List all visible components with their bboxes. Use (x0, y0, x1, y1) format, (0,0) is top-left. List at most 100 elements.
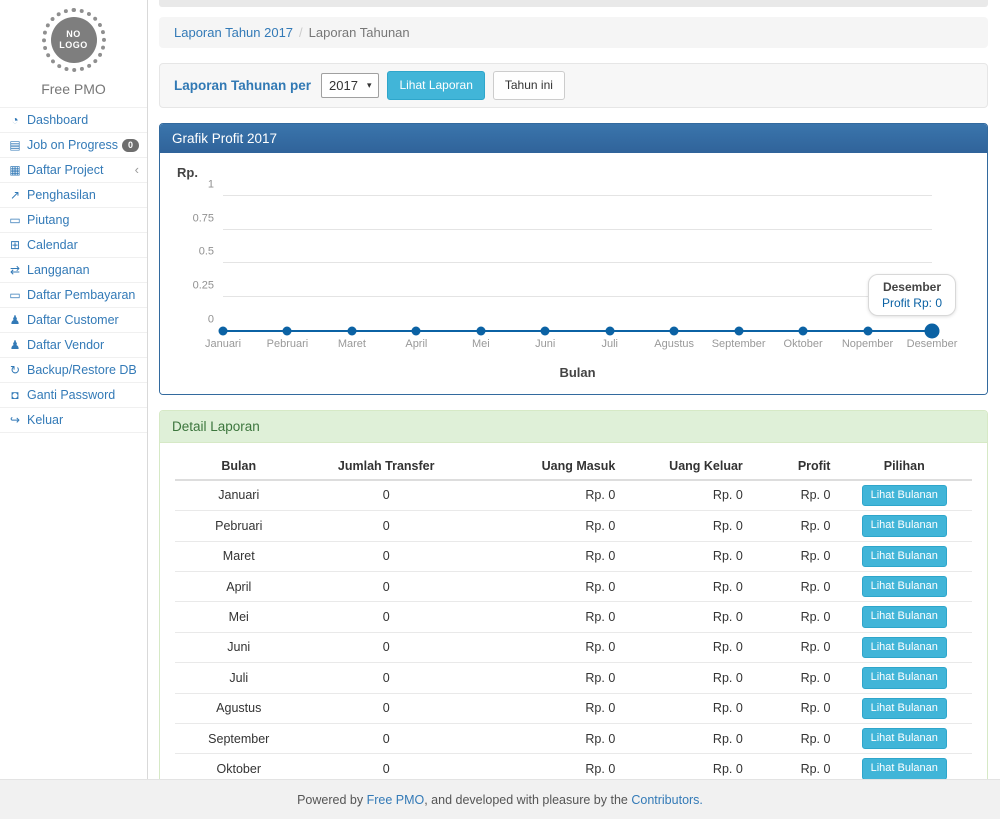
report-table: BulanJumlah TransferUang MasukUang Kelua… (175, 453, 972, 779)
data-point-nopember[interactable] (863, 326, 872, 335)
data-point-pebruari[interactable] (283, 326, 292, 335)
x-tick-label: April (405, 338, 427, 350)
cell-keluar: Rp. 0 (621, 632, 749, 662)
lihat-laporan-button[interactable]: Lihat Laporan (387, 71, 484, 100)
sidebar-item-label: Dashboard (27, 112, 139, 128)
breadcrumb-link[interactable]: Laporan Tahun 2017 (174, 25, 293, 40)
cell-masuk: Rp. 0 (470, 723, 621, 753)
year-select[interactable]: 2017 ▾ (321, 73, 379, 98)
detail-report-panel: Detail Laporan BulanJumlah TransferUang … (159, 410, 988, 779)
lihat-bulanan-button[interactable]: Lihat Bulanan (862, 606, 947, 627)
contributors-link[interactable]: Contributors. (631, 793, 703, 807)
x-tick-label: Juli (601, 338, 618, 350)
cell-masuk: Rp. 0 (470, 571, 621, 601)
cell-bulan: Juli (175, 663, 303, 693)
sidebar-item-daftar-customer[interactable]: ♟Daftar Customer (0, 307, 147, 332)
table-body-rows: Januari0Rp. 0Rp. 0Rp. 0Lihat BulananPebr… (175, 480, 972, 779)
tasks-icon: ▤ (7, 137, 23, 153)
lihat-bulanan-button[interactable]: Lihat Bulanan (862, 667, 947, 688)
table-row-mei: Mei0Rp. 0Rp. 0Rp. 0Lihat Bulanan (175, 602, 972, 632)
data-point-mei[interactable] (476, 326, 485, 335)
data-point-juli[interactable] (605, 326, 614, 335)
lihat-bulanan-button[interactable]: Lihat Bulanan (862, 546, 947, 567)
calendar-icon: ⊞ (7, 237, 23, 253)
main-content: Laporan Tahun 2017/Laporan Tahunan Lapor… (148, 0, 1000, 779)
sidebar-item-calendar[interactable]: ⊞Calendar (0, 232, 147, 257)
cell-pilihan: Lihat Bulanan (836, 571, 972, 601)
data-point-januari[interactable] (219, 326, 228, 335)
cell-profit: Rp. 0 (749, 723, 837, 753)
data-point-agustus[interactable] (670, 326, 679, 335)
cell-transfer: 0 (303, 602, 470, 632)
cell-bulan: Januari (175, 480, 303, 511)
cell-bulan: April (175, 571, 303, 601)
cell-keluar: Rp. 0 (621, 511, 749, 541)
free-pmo-link[interactable]: Free PMO (367, 793, 425, 807)
x-tick-label: Agustus (654, 338, 694, 350)
cell-transfer: 0 (303, 480, 470, 511)
sidebar-item-label: Ganti Password (27, 387, 139, 403)
cell-keluar: Rp. 0 (621, 541, 749, 571)
cell-pilihan: Lihat Bulanan (836, 632, 972, 662)
sidebar-item-daftar-vendor[interactable]: ♟Daftar Vendor (0, 332, 147, 357)
sidebar-item-penghasilan[interactable]: ↗Penghasilan (0, 182, 147, 207)
table-row-april: April0Rp. 0Rp. 0Rp. 0Lihat Bulanan (175, 571, 972, 601)
x-tick-label: Pebruari (267, 338, 309, 350)
cell-keluar: Rp. 0 (621, 693, 749, 723)
tahun-ini-button[interactable]: Tahun ini (493, 71, 565, 100)
cell-pilihan: Lihat Bulanan (836, 602, 972, 632)
lock-icon: ◘ (7, 387, 23, 403)
sidebar-item-label: Daftar Customer (27, 312, 139, 328)
data-point-juni[interactable] (541, 326, 550, 335)
table-row-juli: Juli0Rp. 0Rp. 0Rp. 0Lihat Bulanan (175, 663, 972, 693)
users-icon: ♟ (7, 337, 23, 353)
footer-middle: , and developed with pleasure by the (424, 793, 628, 807)
money-icon: ▭ (7, 212, 23, 228)
x-tick-label: Maret (338, 338, 366, 350)
lihat-bulanan-button[interactable]: Lihat Bulanan (862, 485, 947, 506)
sidebar: NO LOGO Free PMO ◔Dashboard▤Job on Progr… (0, 0, 148, 779)
x-tick-label: Juni (535, 338, 555, 350)
cell-masuk: Rp. 0 (470, 754, 621, 779)
caret-down-icon: ▾ (367, 80, 372, 91)
lihat-bulanan-button[interactable]: Lihat Bulanan (862, 515, 947, 536)
lihat-bulanan-button[interactable]: Lihat Bulanan (862, 728, 947, 749)
column-header-bulan: Bulan (175, 453, 303, 480)
data-point-september[interactable] (734, 326, 743, 335)
data-point-maret[interactable] (347, 326, 356, 335)
lihat-bulanan-button[interactable]: Lihat Bulanan (862, 758, 947, 779)
cell-pilihan: Lihat Bulanan (836, 511, 972, 541)
logo-area: NO LOGO (0, 0, 147, 72)
data-point-oktober[interactable] (799, 326, 808, 335)
y-axis-label: Rp. (177, 165, 972, 180)
sidebar-item-keluar[interactable]: ↪Keluar (0, 407, 147, 433)
cell-transfer: 0 (303, 663, 470, 693)
cell-keluar: Rp. 0 (621, 480, 749, 511)
cell-masuk: Rp. 0 (470, 480, 621, 511)
cell-transfer: 0 (303, 541, 470, 571)
lihat-bulanan-button[interactable]: Lihat Bulanan (862, 637, 947, 658)
cell-pilihan: Lihat Bulanan (836, 754, 972, 779)
cell-bulan: Mei (175, 602, 303, 632)
sidebar-item-backup-restore-db[interactable]: ↻Backup/Restore DB (0, 357, 147, 382)
sidebar-item-piutang[interactable]: ▭Piutang (0, 207, 147, 232)
cell-profit: Rp. 0 (749, 693, 837, 723)
lihat-bulanan-button[interactable]: Lihat Bulanan (862, 698, 947, 719)
lihat-bulanan-button[interactable]: Lihat Bulanan (862, 576, 947, 597)
x-tick-label: Mei (472, 338, 490, 350)
sidebar-item-langganan[interactable]: ⇄Langganan (0, 257, 147, 282)
sidebar-item-job-on-progress[interactable]: ▤Job on Progress0 (0, 132, 147, 157)
sidebar-item-daftar-pembayaran[interactable]: ▭Daftar Pembayaran (0, 282, 147, 307)
data-point-april[interactable] (412, 326, 421, 335)
sidebar-item-label: Job on Progress (27, 137, 118, 153)
data-point-desember[interactable] (925, 323, 940, 338)
sidebar-item-daftar-project[interactable]: ▦Daftar Project‹ (0, 157, 147, 182)
sidebar-item-label: Piutang (27, 212, 139, 228)
sidebar-item-ganti-password[interactable]: ◘Ganti Password (0, 382, 147, 407)
cell-transfer: 0 (303, 693, 470, 723)
sidebar-item-dashboard[interactable]: ◔Dashboard (0, 107, 147, 132)
profit-series-line (223, 196, 932, 331)
cell-pilihan: Lihat Bulanan (836, 663, 972, 693)
sign-out-icon: ↪ (7, 412, 23, 428)
table-panel-title: Detail Laporan (160, 411, 987, 443)
